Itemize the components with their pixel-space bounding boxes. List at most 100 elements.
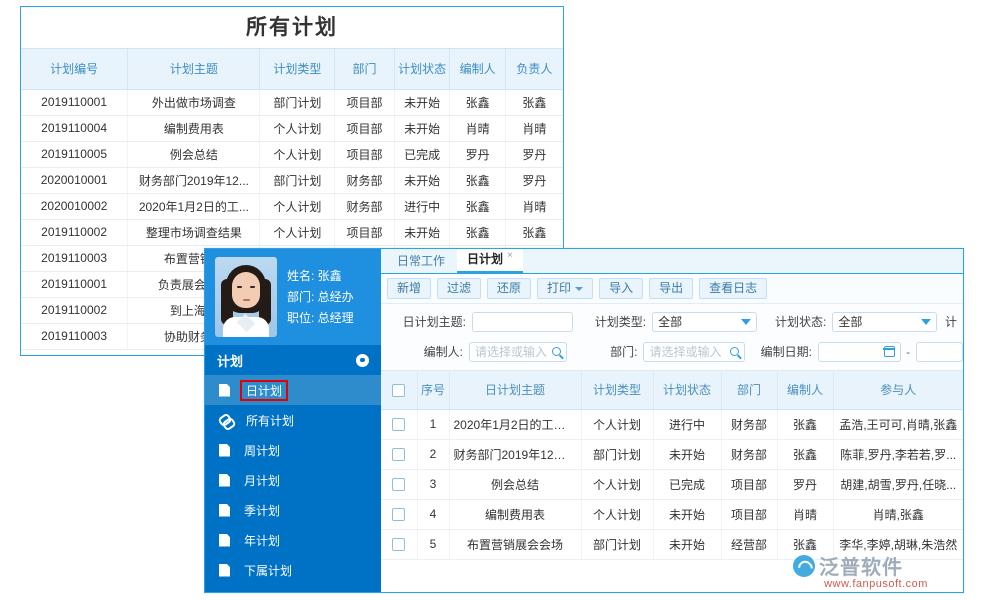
cell-author: 张鑫 [450,219,505,245]
cell-subject[interactable]: 布置营销展会会场 [449,529,581,559]
dept-filter-input[interactable]: 请选择或输入 [643,342,744,362]
table-row[interactable]: 2019110004编制费用表个人计划项目部未开始肖晴肖晴 [21,115,563,141]
table-row[interactable]: 2019110002整理市场调查结果个人计划项目部未开始张鑫张鑫 [21,219,563,245]
cell-status: 已完成 [653,469,721,499]
row-checkbox-cell [381,409,417,439]
table-row[interactable]: 20200100022020年1月2日的工...个人计划财务部进行中张鑫肖晴 [21,193,563,219]
row-checkbox[interactable] [392,418,405,431]
row-checkbox[interactable] [392,538,405,551]
row-checkbox-cell [381,469,417,499]
cell-type: 个人计划 [260,141,335,167]
cell-subject: 整理市场调查结果 [128,219,260,245]
sidebar-item-4[interactable]: 月计划 [205,465,381,495]
date-from-input[interactable] [818,342,901,362]
cell-participants: 胡建,胡雪,罗丹,任晓... [833,469,963,499]
sidebar-item-label: 日计划 [240,380,288,401]
table-row[interactable]: 5布置营销展会会场部门计划未开始经营部张鑫李华,李婷,胡琳,朱浩然 [381,529,963,559]
filter-panel: 日计划主题: 计划类型: 全部 计划状态: 全部 计 编制人: [381,304,963,371]
toolbar-button-5[interactable]: 导入 [599,278,643,299]
toolbar-button-label: 查看日志 [709,281,757,295]
tab-bar: 日常工作 日计划× [381,249,963,274]
gear-icon[interactable] [356,354,369,367]
table-row[interactable]: 2019110005例会总结个人计划项目部已完成罗丹罗丹 [21,141,563,167]
sidebar-item-3[interactable]: 周计划 [205,435,381,465]
toolbar-button-7[interactable]: 查看日志 [699,278,767,299]
cell-department: 经营部 [721,529,777,559]
sidebar-item-label: 月计划 [240,471,284,490]
cell-type: 部门计划 [581,439,653,469]
profile-name: 姓名: 张鑫 [287,266,354,287]
link-icon [219,414,232,426]
row-checkbox[interactable] [392,478,405,491]
sidebar-item-5[interactable]: 季计划 [205,495,381,525]
sidebar-item-2[interactable]: 所有计划 [205,405,381,435]
table-row[interactable]: 3例会总结个人计划已完成项目部罗丹胡建,胡雪,罗丹,任晓... [381,469,963,499]
sidebar-item-1[interactable]: 日计划 [205,375,381,405]
cell-status: 未开始 [394,89,449,115]
sidebar-item-6[interactable]: 年计划 [205,525,381,555]
toolbar: 新增过滤 还原 打印导入 导出 查看日志 [381,274,963,304]
cell-subject[interactable]: 编制费用表 [449,499,581,529]
cell-owner: 张鑫 [505,89,563,115]
status-filter-select[interactable]: 全部 [832,312,937,332]
cell-no: 2019110003 [21,245,128,271]
toolbar-button-4[interactable]: 打印 [537,278,593,299]
table-row[interactable]: 2财务部门2019年12月的...部门计划未开始财务部张鑫陈菲,罗丹,李若若,罗… [381,439,963,469]
plan-grid: 序号日计划主题计划类型计划状态部门编制人参与人 12020年1月2日的工作日..… [381,371,963,560]
toolbar-button-label: 导出 [659,281,683,295]
select-all-checkbox[interactable] [392,384,405,397]
cell-type: 个人计划 [581,469,653,499]
cell-type: 个人计划 [260,115,335,141]
row-checkbox[interactable] [392,448,405,461]
subject-filter-input[interactable] [472,312,573,332]
tab-daily-work[interactable]: 日常工作 [387,250,455,273]
all-plans-col-header: 计划编号 [21,49,128,89]
all-plans-col-header: 计划类型 [260,49,335,89]
toolbar-button-3[interactable]: 还原 [487,278,531,299]
table-row[interactable]: 12020年1月2日的工作日...个人计划进行中财务部张鑫孟浩,王可可,肖晴,张… [381,409,963,439]
cell-subject: 例会总结 [128,141,260,167]
profile-details: 姓名: 张鑫 部门: 总经办 职位: 总经理 [287,266,354,329]
table-row[interactable]: 2020010001财务部门2019年12...部门计划财务部未开始张鑫罗丹 [21,167,563,193]
status-filter-value: 全部 [838,313,862,331]
cell-no: 2019110001 [21,89,128,115]
type-filter-value: 全部 [658,313,682,331]
row-checkbox-cell [381,499,417,529]
cell-subject[interactable]: 财务部门2019年12月的... [449,439,581,469]
dept-filter-label: 部门: [567,343,644,360]
cell-owner: 罗丹 [505,167,563,193]
user-profile-card: 姓名: 张鑫 部门: 总经办 职位: 总经理 [205,249,381,345]
toolbar-button-1[interactable]: 新增 [387,278,431,299]
type-filter-select[interactable]: 全部 [652,312,757,332]
table-row[interactable]: 2019110001外出做市场调查部门计划项目部未开始张鑫张鑫 [21,89,563,115]
cell-dept: 财务部 [335,167,395,193]
tab-daily-plan[interactable]: 日计划× [457,249,523,273]
cell-type: 部门计划 [260,167,335,193]
date-to-input[interactable] [916,342,963,362]
cell-no: 2019110002 [21,297,128,323]
toolbar-button-2[interactable]: 过滤 [437,278,481,299]
search-icon[interactable] [552,347,561,356]
cell-participants: 李华,李婷,胡琳,朱浩然 [833,529,963,559]
toolbar-button-label: 还原 [497,281,521,295]
cell-status: 未开始 [394,115,449,141]
cell-type: 个人计划 [260,219,335,245]
table-row[interactable]: 4编制费用表个人计划未开始项目部肖晴肖晴,张鑫 [381,499,963,529]
calendar-icon[interactable] [884,346,895,357]
sidebar-item-7[interactable]: 下属计划 [205,555,381,585]
cell-dept: 财务部 [335,193,395,219]
cell-dept: 项目部 [335,115,395,141]
cell-status: 进行中 [394,193,449,219]
search-icon[interactable] [730,347,739,356]
toolbar-button-6[interactable]: 导出 [649,278,693,299]
author-filter-input[interactable]: 请选择或输入 [469,342,567,362]
grid-col-header: 部门 [721,371,777,409]
row-checkbox-cell [381,529,417,559]
row-checkbox[interactable] [392,508,405,521]
chevron-down-icon [741,319,751,325]
close-icon[interactable]: × [507,250,513,261]
document-icon [219,564,230,577]
cell-subject[interactable]: 例会总结 [449,469,581,499]
cell-subject[interactable]: 2020年1月2日的工作日... [449,409,581,439]
all-plans-header-row: 计划编号计划主题计划类型部门计划状态编制人负责人 [21,49,563,89]
